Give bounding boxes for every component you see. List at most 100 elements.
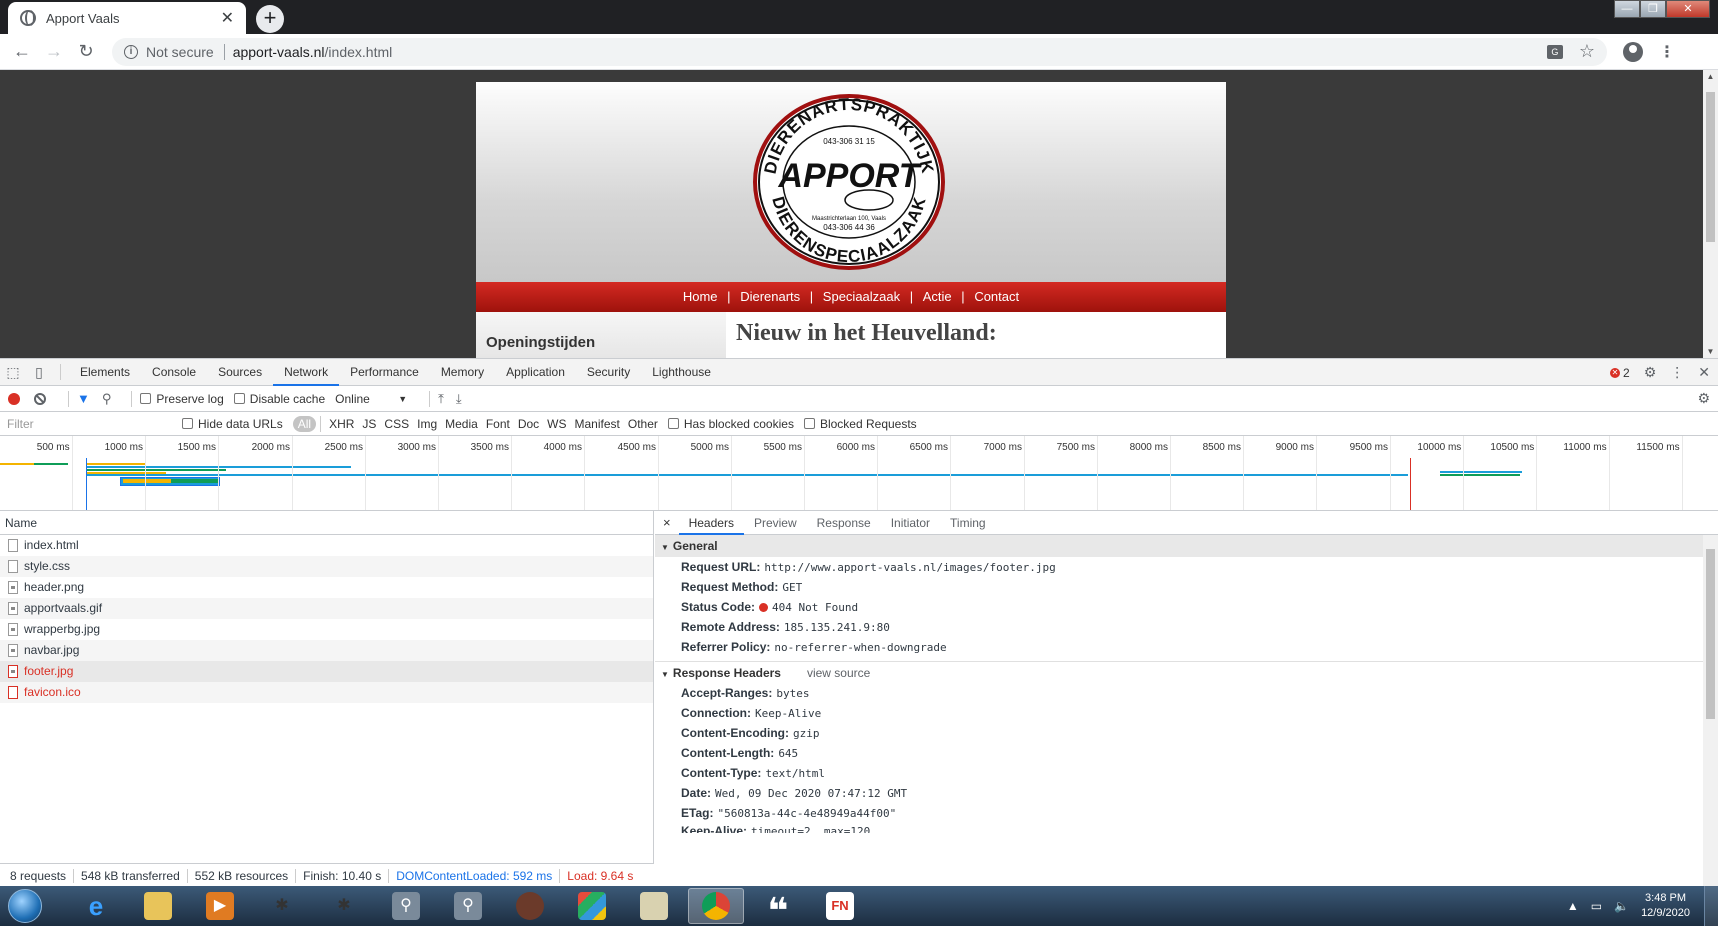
nav-actie[interactable]: Actie bbox=[920, 289, 955, 304]
taskbar-tool2[interactable]: ⚲ bbox=[440, 888, 496, 924]
filter-input[interactable]: Filter bbox=[4, 414, 172, 434]
tab-lighthouse[interactable]: Lighthouse bbox=[641, 359, 722, 386]
hide-data-urls-checkbox[interactable]: Hide data URLs bbox=[182, 417, 283, 431]
restore-button[interactable]: ❐ bbox=[1640, 0, 1666, 18]
filter-type-css[interactable]: CSS bbox=[380, 417, 413, 431]
tray-expand-icon[interactable]: ▲ bbox=[1567, 899, 1579, 913]
tab-performance[interactable]: Performance bbox=[339, 359, 430, 386]
taskbar-bug2[interactable]: ✱ bbox=[316, 888, 372, 924]
detail-tab-headers[interactable]: Headers bbox=[678, 511, 744, 535]
taskbar-explorer[interactable] bbox=[130, 888, 186, 924]
taskbar-fn[interactable]: FN bbox=[812, 888, 868, 924]
tab-elements[interactable]: Elements bbox=[69, 359, 141, 386]
taskbar-quotes[interactable]: ❝ bbox=[750, 888, 806, 926]
detail-tab-preview[interactable]: Preview bbox=[744, 511, 807, 535]
address-bar[interactable]: i Not secure apport-vaals.nl/index.html … bbox=[112, 37, 1607, 66]
filter-funnel-icon[interactable]: ▼ bbox=[77, 391, 90, 406]
browser-tab[interactable]: Apport Vaals ✕ bbox=[8, 2, 246, 34]
show-desktop-button[interactable] bbox=[1704, 886, 1718, 926]
detail-tab-response[interactable]: Response bbox=[807, 511, 881, 535]
tab-application[interactable]: Application bbox=[495, 359, 576, 386]
back-icon[interactable]: ← bbox=[6, 41, 38, 62]
reload-icon[interactable]: ↻ bbox=[70, 41, 102, 62]
detail-scrollbar[interactable] bbox=[1703, 535, 1718, 887]
taskbar-chrome[interactable] bbox=[688, 888, 744, 924]
export-har-icon[interactable]: ⤓ bbox=[456, 391, 462, 407]
chrome-menu-icon[interactable]: ⋮ bbox=[1657, 42, 1677, 62]
request-row[interactable]: favicon.ico bbox=[0, 682, 653, 703]
tab-console[interactable]: Console bbox=[141, 359, 207, 386]
new-tab-button[interactable]: + bbox=[256, 5, 284, 33]
request-row[interactable]: index.html bbox=[0, 535, 653, 556]
devtools-close-icon[interactable]: ✕ bbox=[1698, 364, 1710, 381]
devtools-menu-icon[interactable]: ⋮ bbox=[1670, 364, 1684, 381]
column-header-name[interactable]: Name bbox=[0, 511, 653, 535]
window-close-button[interactable]: ✕ bbox=[1666, 0, 1710, 18]
taskbar-notepad[interactable] bbox=[626, 888, 682, 924]
url-text[interactable]: apport-vaals.nl/index.html bbox=[233, 44, 1547, 60]
filter-type-img[interactable]: Img bbox=[413, 417, 441, 431]
taskbar-tool1[interactable]: ⚲ bbox=[378, 888, 434, 924]
throttle-select[interactable]: Online ▼ bbox=[335, 392, 407, 406]
error-counter[interactable]: ✕ 2 bbox=[1610, 366, 1630, 380]
device-toolbar-icon[interactable]: ▯ bbox=[26, 364, 52, 381]
settings-gear-icon[interactable]: ⚙ bbox=[1644, 364, 1657, 381]
timeline-overview[interactable]: 500 ms 1000 ms 1500 ms 2000 ms 2500 ms 3000 m… bbox=[0, 436, 1718, 511]
filter-type-font[interactable]: Font bbox=[482, 417, 514, 431]
disable-cache-checkbox[interactable]: Disable cache bbox=[233, 392, 325, 406]
taskbar-bug1[interactable]: ✱ bbox=[254, 888, 310, 924]
filter-type-media[interactable]: Media bbox=[441, 417, 482, 431]
inspect-element-icon[interactable]: ⬚ bbox=[0, 364, 26, 381]
tab-security[interactable]: Security bbox=[576, 359, 641, 386]
scrollbar-thumb[interactable] bbox=[1706, 549, 1715, 719]
response-headers-section-header[interactable]: ▼ Response Headers view source bbox=[655, 661, 1718, 683]
nav-contact[interactable]: Contact bbox=[971, 289, 1022, 304]
request-row[interactable]: apportvaals.gif bbox=[0, 598, 653, 619]
tab-close-icon[interactable]: ✕ bbox=[221, 8, 234, 28]
scroll-up-icon[interactable]: ▲ bbox=[1703, 72, 1718, 81]
taskbar-media[interactable]: ▶ bbox=[192, 888, 248, 924]
request-row-selected[interactable]: footer.jpg bbox=[0, 661, 653, 682]
blocked-requests-checkbox[interactable]: Blocked Requests bbox=[803, 417, 917, 431]
system-clock[interactable]: 3:48 PM 12/9/2020 bbox=[1641, 891, 1690, 921]
not-secure-label[interactable]: Not secure bbox=[146, 44, 214, 60]
network-settings-icon[interactable]: ⚙ bbox=[1697, 390, 1710, 407]
start-button[interactable] bbox=[8, 889, 42, 923]
apport-logo[interactable]: DIERENARTSPRAKTIJK DIERENSPECIAALZAAK 04… bbox=[751, 92, 947, 272]
view-source-link[interactable]: view source bbox=[807, 666, 870, 680]
filter-type-manifest[interactable]: Manifest bbox=[571, 417, 624, 431]
tab-network[interactable]: Network bbox=[273, 359, 340, 386]
volume-icon[interactable]: 🔈 bbox=[1614, 899, 1629, 913]
page-scrollbar[interactable]: ▲ ▼ bbox=[1703, 70, 1718, 358]
request-row[interactable]: navbar.jpg bbox=[0, 640, 653, 661]
nav-dierenarts[interactable]: Dierenarts bbox=[737, 289, 803, 304]
has-blocked-cookies-checkbox[interactable]: Has blocked cookies bbox=[667, 417, 794, 431]
minimize-button[interactable]: — bbox=[1614, 0, 1640, 18]
profile-avatar-icon[interactable] bbox=[1623, 41, 1643, 62]
record-icon[interactable] bbox=[8, 392, 20, 405]
tab-sources[interactable]: Sources bbox=[207, 359, 273, 386]
preserve-log-checkbox[interactable]: Preserve log bbox=[140, 392, 224, 406]
filter-type-js[interactable]: JS bbox=[358, 417, 380, 431]
forward-icon[interactable]: → bbox=[38, 41, 70, 62]
request-row[interactable]: style.css bbox=[0, 556, 653, 577]
taskbar-settings[interactable] bbox=[564, 888, 620, 924]
filter-type-doc[interactable]: Doc bbox=[514, 417, 543, 431]
request-row[interactable]: header.png bbox=[0, 577, 653, 598]
clear-icon[interactable] bbox=[34, 392, 46, 405]
info-icon[interactable]: i bbox=[124, 44, 138, 59]
network-icon[interactable]: ▭ bbox=[1591, 899, 1602, 913]
filter-type-ws[interactable]: WS bbox=[543, 417, 570, 431]
detail-tab-initiator[interactable]: Initiator bbox=[881, 511, 940, 535]
taskbar-photo[interactable] bbox=[502, 888, 558, 924]
general-section-header[interactable]: ▼ General bbox=[655, 535, 1718, 557]
detail-tab-timing[interactable]: Timing bbox=[940, 511, 996, 535]
request-row[interactable]: wrapperbg.jpg bbox=[0, 619, 653, 640]
taskbar-ie[interactable]: e bbox=[68, 888, 124, 924]
filter-type-other[interactable]: Other bbox=[624, 417, 662, 431]
translate-icon[interactable]: G bbox=[1546, 44, 1563, 59]
nav-home[interactable]: Home bbox=[680, 289, 721, 304]
import-har-icon[interactable]: ⤒ bbox=[438, 391, 444, 407]
search-icon[interactable]: ⚲ bbox=[102, 391, 112, 407]
detail-close-icon[interactable]: × bbox=[663, 515, 671, 530]
